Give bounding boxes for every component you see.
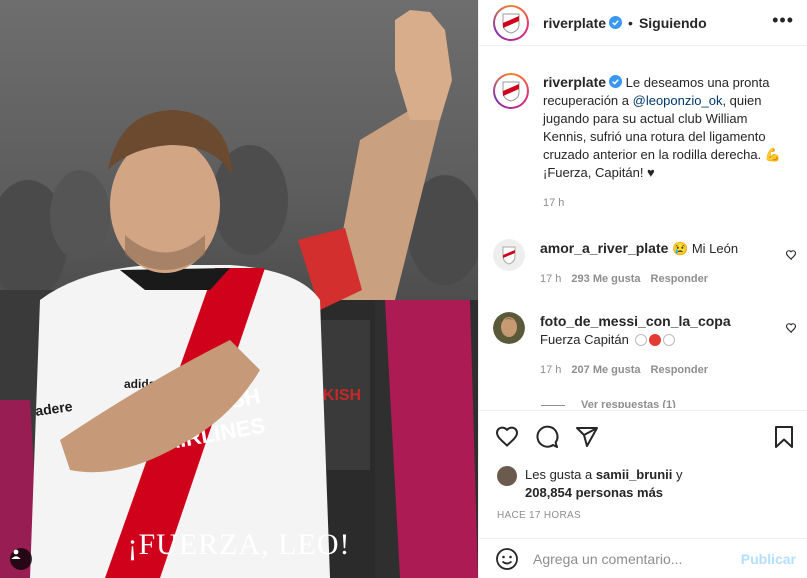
comment-username[interactable]: foto_de_messi_con_la_copa: [540, 313, 731, 329]
avatar[interactable]: [493, 4, 529, 41]
likes-prefix: Les gusta a: [525, 467, 596, 482]
white-circle-icon: [662, 334, 675, 346]
view-replies-label: Ver respuestas (1): [581, 399, 676, 408]
caption-time[interactable]: 17 h: [543, 194, 791, 212]
following-button[interactable]: Siguiendo: [639, 15, 707, 31]
liker-username[interactable]: samii_brunii: [596, 467, 673, 482]
replies-divider: [541, 404, 565, 406]
comment-text: 😢 Mi León: [668, 241, 739, 256]
river-plate-crest-icon: [502, 81, 520, 102]
comment-item: foto_de_messi_con_la_copa Fuerza Capitán…: [493, 312, 803, 379]
raised-hand: [395, 10, 452, 120]
caption-mention-link[interactable]: @leoponzio_ok: [633, 93, 723, 108]
verified-badge-icon: [609, 75, 623, 88]
post-photo[interactable]: TURKISH TURKISH AIRLINES adidas adere ¡F…: [0, 0, 478, 578]
river-plate-crest-icon: [502, 13, 520, 34]
comment-likes[interactable]: 293 Me gusta: [571, 273, 640, 285]
save-bookmark-icon[interactable]: [772, 425, 796, 449]
photo-illustration: TURKISH TURKISH AIRLINES adidas adere: [0, 10, 478, 578]
comment-time[interactable]: 17 h: [540, 273, 561, 285]
caption-avatar[interactable]: [493, 73, 529, 109]
comment-time[interactable]: 17 h: [540, 364, 561, 376]
caption-username[interactable]: riverplate: [543, 74, 606, 90]
commenter-avatar[interactable]: [493, 239, 525, 271]
comment-bubble-icon[interactable]: [535, 425, 559, 449]
comment-input[interactable]: [533, 550, 733, 567]
share-paper-plane-icon[interactable]: [575, 425, 599, 449]
likes-middle: y: [672, 467, 683, 482]
header-separator: •: [628, 14, 633, 31]
publish-button[interactable]: Publicar: [741, 551, 796, 567]
reply-button[interactable]: Responder: [651, 364, 708, 376]
like-comment-heart-icon[interactable]: [785, 322, 797, 334]
action-bar: [479, 410, 807, 460]
comment-text: Fuerza Capitán: [540, 332, 633, 347]
comment-username[interactable]: amor_a_river_plate: [540, 240, 668, 256]
reply-button[interactable]: Responder: [651, 273, 708, 285]
emoji-smiley-icon[interactable]: [495, 547, 519, 571]
add-comment-bar: Publicar: [479, 538, 807, 578]
commenter-avatar[interactable]: [493, 312, 525, 344]
user-tag-icon[interactable]: [10, 548, 32, 570]
comment-item: amor_a_river_plate 😢 Mi León 17 h 293 Me …: [493, 239, 803, 288]
like-comment-heart-icon[interactable]: [785, 249, 797, 261]
comments-list[interactable]: riverplate Le deseamos una pronta recupe…: [479, 47, 807, 408]
post-timestamp[interactable]: HACE 17 HORAS: [497, 510, 581, 521]
post-header: riverplate • Siguiendo •••: [479, 0, 807, 46]
post-caption: riverplate Le deseamos una pronta recupe…: [493, 73, 793, 212]
comment-likes[interactable]: 207 Me gusta: [571, 364, 640, 376]
post-side-panel: riverplate • Siguiendo ••• riverplate Le…: [478, 0, 807, 578]
more-options-icon[interactable]: •••: [772, 11, 794, 29]
likes-summary: Les gusta a samii_brunii y 208,854 perso…: [497, 466, 683, 502]
instagram-post: TURKISH TURKISH AIRLINES adidas adere ¡F…: [0, 0, 807, 578]
like-heart-icon[interactable]: [495, 425, 519, 449]
red-circle-icon: [648, 334, 661, 346]
header-username[interactable]: riverplate: [543, 15, 606, 31]
white-circle-icon: [634, 334, 647, 346]
view-replies-button[interactable]: Ver respuestas (1): [541, 399, 676, 408]
verified-badge-icon: [609, 16, 623, 29]
liker-avatar[interactable]: [497, 466, 517, 486]
likes-count[interactable]: 208,854 personas más: [525, 485, 663, 500]
photo-overlay-text: ¡FUERZA, LEO!: [127, 528, 351, 561]
